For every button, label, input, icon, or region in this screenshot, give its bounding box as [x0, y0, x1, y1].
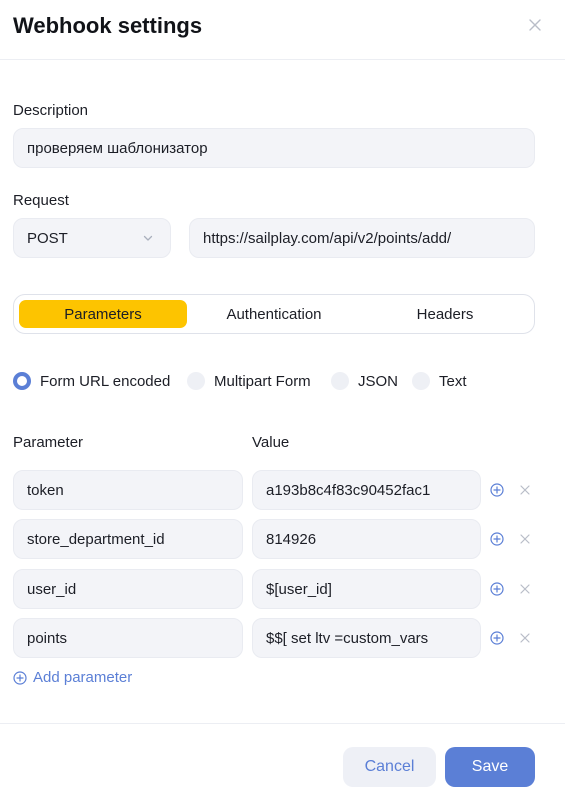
radio-form-url-encoded[interactable]: Form URL encoded: [13, 372, 170, 390]
radio-label: JSON: [358, 372, 399, 390]
add-circle-icon[interactable]: [490, 631, 504, 645]
add-parameter-link[interactable]: Add parameter: [13, 669, 132, 686]
param-name-value: store_department_id: [27, 530, 165, 548]
radio-json[interactable]: JSON: [331, 372, 398, 390]
param-value-value: $[user_id]: [266, 580, 332, 598]
request-label: Request: [13, 192, 69, 209]
description-input[interactable]: проверяем шаблонизатор: [13, 128, 535, 168]
radio-unchecked-icon: [187, 372, 205, 390]
add-parameter-label: Add parameter: [33, 669, 133, 686]
radio-checked-icon: [13, 372, 31, 390]
radio-label: Text: [439, 372, 467, 390]
add-circle-icon: [13, 670, 27, 685]
tab-bar: Parameters Authentication Headers: [13, 294, 535, 334]
add-circle-icon[interactable]: [490, 582, 504, 596]
method-value: POST: [27, 229, 68, 247]
radio-unchecked-icon: [412, 372, 430, 390]
param-name-input[interactable]: points: [13, 618, 243, 658]
radio-label: Multipart Form: [214, 372, 311, 390]
param-name-input[interactable]: user_id: [13, 569, 243, 609]
param-value-input[interactable]: $$[ set ltv =custom_vars: [252, 618, 481, 658]
description-value: проверяем шаблонизатор: [27, 139, 208, 157]
param-name-value: token: [27, 481, 64, 499]
add-circle-icon[interactable]: [490, 532, 504, 546]
chevron-down-icon: [143, 235, 153, 241]
method-select[interactable]: POST: [13, 218, 171, 258]
param-name-input[interactable]: token: [13, 470, 243, 510]
add-circle-icon[interactable]: [490, 483, 504, 497]
radio-multipart-form[interactable]: Multipart Form: [187, 372, 311, 390]
tab-authentication[interactable]: Authentication: [190, 300, 358, 328]
param-value-input[interactable]: 814926: [252, 519, 481, 559]
remove-icon[interactable]: [518, 532, 532, 546]
parameter-column-header: Parameter: [13, 434, 84, 451]
param-name-value: user_id: [27, 580, 77, 598]
cancel-button[interactable]: Cancel: [343, 747, 436, 787]
dialog-title: Webhook settings: [13, 13, 203, 38]
tab-parameters[interactable]: Parameters: [19, 300, 187, 328]
description-label: Description: [13, 102, 89, 119]
save-button[interactable]: Save: [445, 747, 535, 787]
param-value-value: 814926: [266, 530, 317, 548]
url-input[interactable]: https://sailplay.com/api/v2/points/add/: [189, 218, 535, 258]
param-value-input[interactable]: a193b8c4f83c90452fac1: [252, 470, 481, 510]
dialog-header: Webhook settings: [0, 0, 565, 60]
param-value-value: a193b8c4f83c90452fac1: [266, 481, 431, 499]
param-value-input[interactable]: $[user_id]: [252, 569, 481, 609]
radio-text[interactable]: Text: [412, 372, 467, 390]
radio-unchecked-icon: [331, 372, 349, 390]
close-icon[interactable]: [526, 16, 544, 34]
tab-headers[interactable]: Headers: [361, 300, 529, 328]
remove-icon[interactable]: [518, 631, 532, 645]
url-value: https://sailplay.com/api/v2/points/add/: [203, 229, 452, 247]
footer-divider: [0, 723, 565, 724]
remove-icon[interactable]: [518, 582, 532, 596]
param-name-value: points: [27, 629, 68, 647]
radio-label: Form URL encoded: [40, 372, 171, 390]
body-format-radio-group: Form URL encoded Multipart Form JSON Tex…: [13, 372, 553, 392]
value-column-header: Value: [252, 434, 290, 451]
remove-icon[interactable]: [518, 483, 532, 497]
param-value-value: $$[ set ltv =custom_vars: [266, 629, 429, 647]
param-name-input[interactable]: store_department_id: [13, 519, 243, 559]
